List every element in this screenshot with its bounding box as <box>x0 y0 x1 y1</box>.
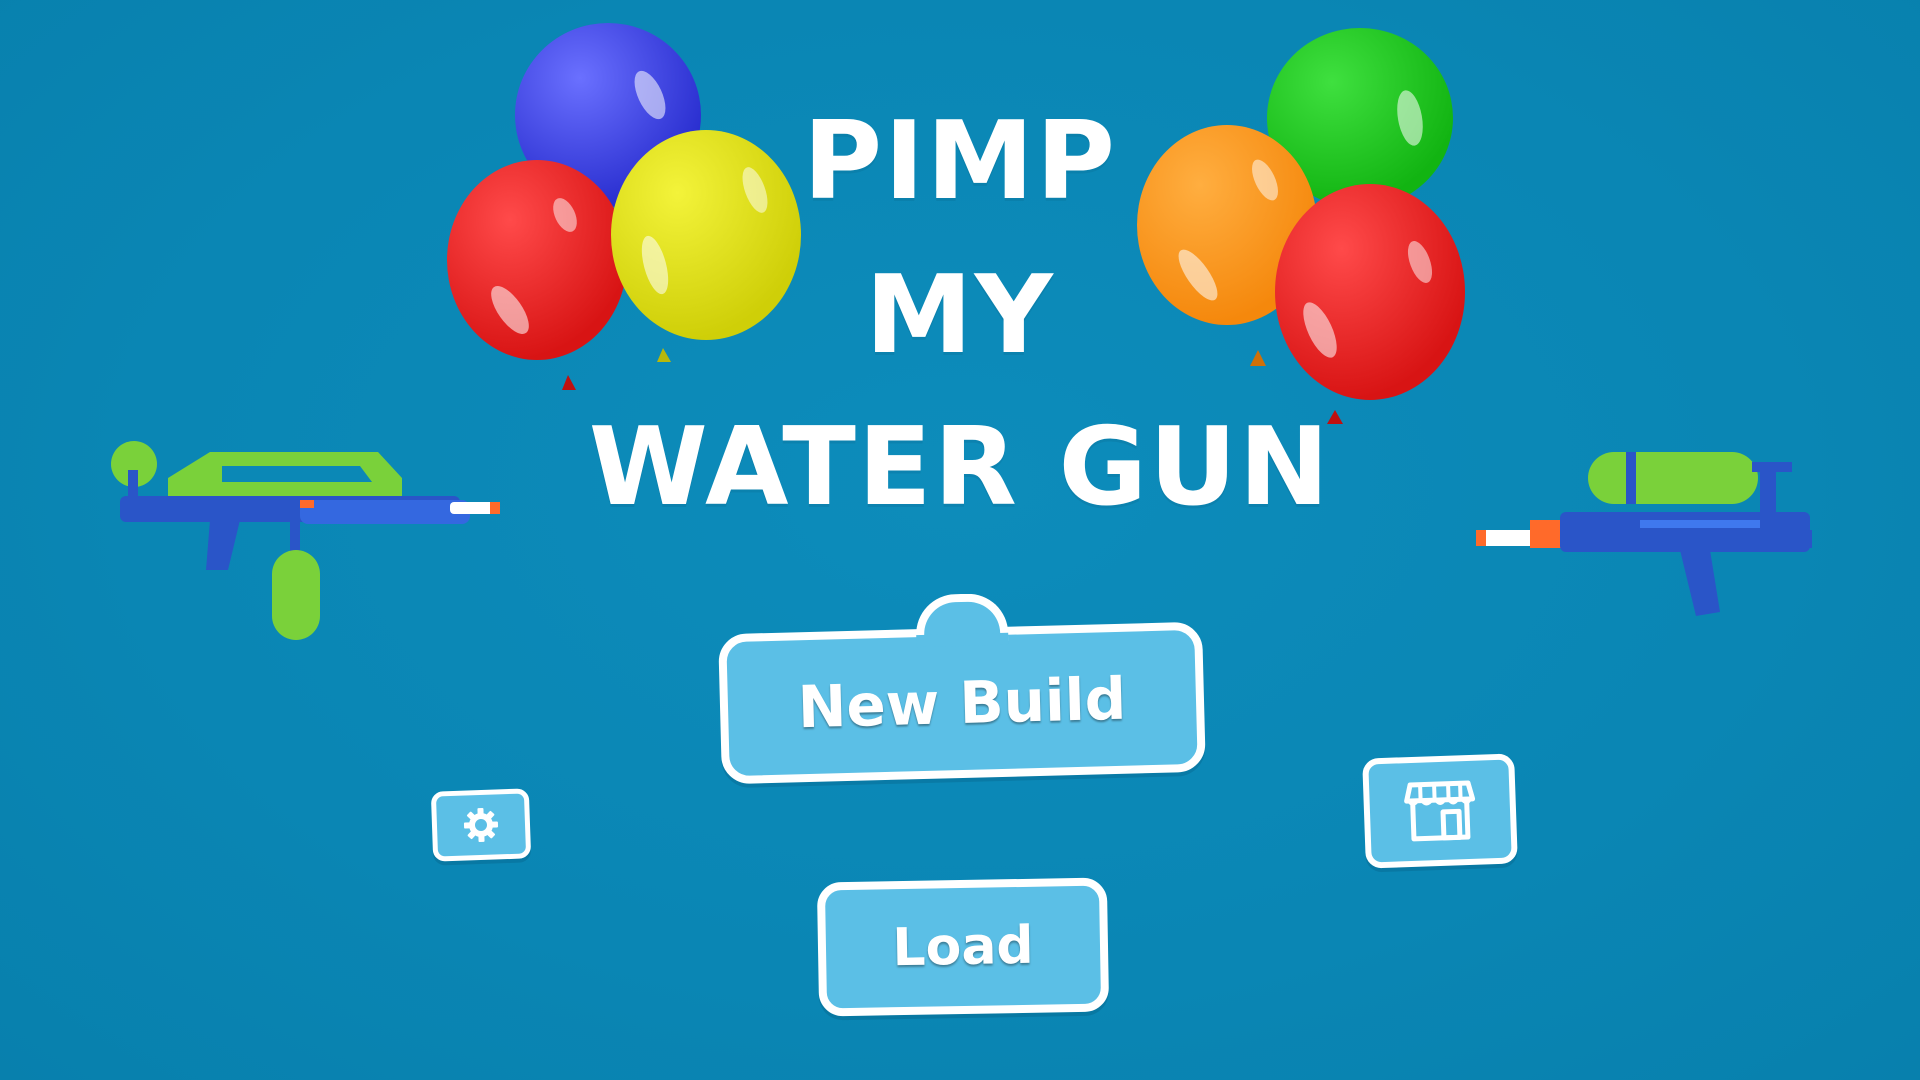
gear-icon <box>463 807 499 843</box>
title-line-2: MY <box>865 253 1055 378</box>
main-menu-screen: PIMP MY WATER GUN New Build Load <box>0 0 1920 1080</box>
title-line-1: PIMP <box>803 99 1117 224</box>
new-build-button[interactable]: New Build <box>718 592 1206 785</box>
settings-button[interactable] <box>430 788 532 862</box>
game-title: PIMP MY WATER GUN <box>560 100 1360 522</box>
shop-icon <box>1404 780 1476 842</box>
new-build-label: New Build <box>796 664 1128 742</box>
shop-button[interactable] <box>1362 753 1518 869</box>
load-button[interactable]: Load <box>816 877 1110 1017</box>
load-label: Load <box>891 915 1035 979</box>
water-gun-left <box>111 441 500 640</box>
title-line-3: WATER GUN <box>588 405 1332 530</box>
water-gun-right <box>1476 452 1812 616</box>
